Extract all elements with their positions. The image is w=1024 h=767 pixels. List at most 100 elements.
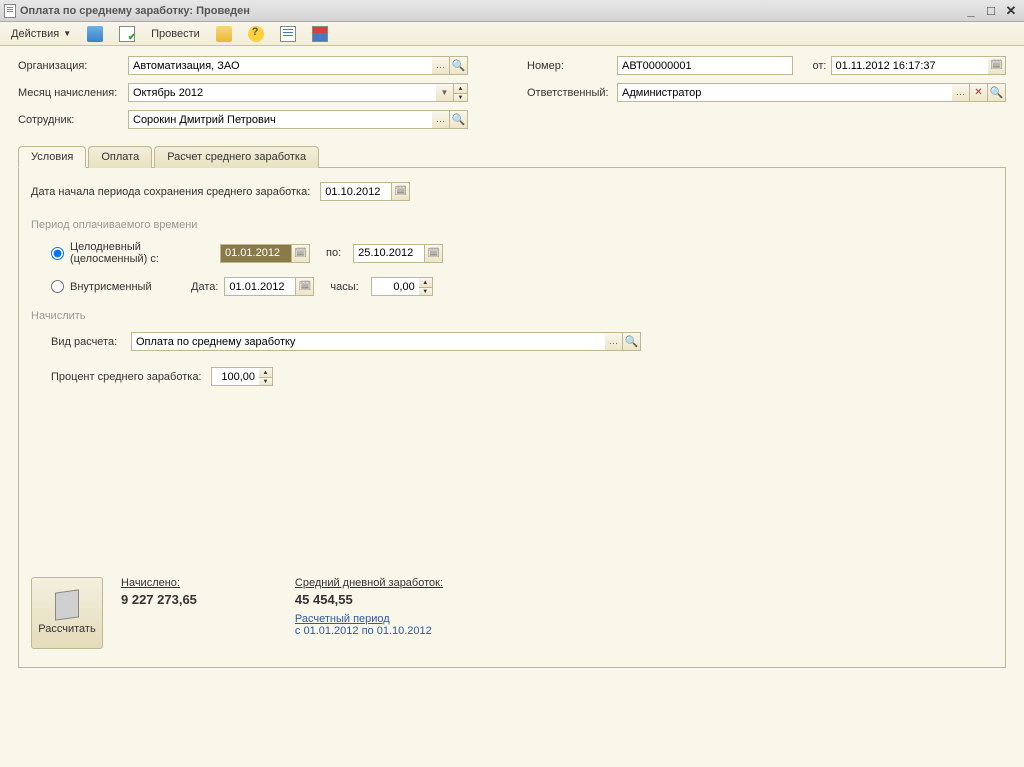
row-calc-type: Вид расчета: … 🔍 — [51, 332, 993, 351]
select-button[interactable]: … — [952, 83, 970, 102]
intrashift-date-input[interactable] — [224, 277, 296, 296]
emp-input[interactable] — [128, 110, 432, 129]
spin-down-button[interactable]: ▼ — [259, 377, 273, 386]
start-date-input[interactable] — [320, 182, 392, 201]
titlebar: Оплата по среднему заработку: Проведен _… — [0, 0, 1024, 22]
summary-area: Рассчитать Начислено: 9 227 273,65 Средн… — [31, 577, 443, 649]
select-button[interactable]: … — [605, 332, 623, 351]
row-fullday: Целодневный (целосменный) с: 🗓 по: 🗓 — [51, 241, 993, 265]
intrashift-label: Внутрисменный — [70, 281, 165, 293]
calendar-icon[interactable]: 🗓 — [296, 277, 314, 296]
month-input[interactable] — [128, 83, 436, 102]
search-icon[interactable]: 🔍 — [450, 56, 468, 75]
percent-input[interactable] — [211, 367, 259, 386]
num-input[interactable] — [617, 56, 793, 75]
tab-content-conditions: Дата начала периода сохранения среднего … — [18, 168, 1006, 668]
calendar-icon[interactable]: 🗓 — [292, 244, 310, 263]
calculator-icon — [55, 589, 79, 620]
calendar-icon[interactable]: 🗓 — [988, 56, 1006, 75]
save-button[interactable] — [80, 23, 110, 45]
tab-conditions[interactable]: Условия — [18, 146, 86, 168]
spin-up-button[interactable]: ▲ — [259, 367, 273, 377]
actions-menu[interactable]: Действия ▼ — [4, 25, 78, 43]
accrued-value: 9 227 273,65 — [121, 592, 197, 607]
search-icon[interactable]: 🔍 — [988, 83, 1006, 102]
chevron-down-icon: ▼ — [63, 29, 71, 38]
calc-type-label: Вид расчета: — [51, 336, 131, 348]
row-organization: Организация: … 🔍 — [18, 56, 497, 75]
calendar-icon[interactable]: 🗓 — [392, 182, 410, 201]
accrued-label: Начислено: — [121, 577, 197, 589]
search-icon[interactable]: 🔍 — [450, 110, 468, 129]
calculate-label: Рассчитать — [38, 623, 95, 635]
row-number: Номер: от: 🗓 — [527, 56, 1006, 75]
tabs: Условия Оплата Расчет среднего заработка — [18, 145, 1006, 168]
spin-down-button[interactable]: ▼ — [419, 287, 433, 296]
calc-type-input[interactable] — [131, 332, 605, 351]
row-employee: Сотрудник: … 🔍 — [18, 110, 497, 129]
document-icon — [4, 4, 16, 18]
start-date-label: Дата начала периода сохранения среднего … — [31, 186, 310, 198]
select-button[interactable]: … — [432, 110, 450, 129]
post-doc-button[interactable] — [112, 23, 142, 45]
spin-down-button[interactable]: ▼ — [454, 93, 468, 102]
period-value: с 01.01.2012 по 01.10.2012 — [295, 625, 443, 637]
row-responsible: Ответственный: … ✕ 🔍 — [527, 83, 1006, 102]
list-icon — [280, 26, 296, 42]
row-percent: Процент среднего заработка: ▲ ▼ — [51, 367, 993, 386]
hours-input[interactable] — [371, 277, 419, 296]
emp-label: Сотрудник: — [18, 114, 128, 126]
from-label: от: — [801, 60, 827, 72]
help-button[interactable] — [241, 23, 271, 45]
minimize-button[interactable]: _ — [962, 3, 980, 19]
org-input[interactable] — [128, 56, 432, 75]
toolbar: Действия ▼ Провести — [0, 22, 1024, 46]
period-to-input[interactable] — [353, 244, 425, 263]
avg-label: Средний дневной заработок: — [295, 577, 443, 589]
maximize-button[interactable]: □ — [982, 3, 1000, 19]
grid-icon — [312, 26, 328, 42]
fullday-label: Целодневный (целосменный) с: — [70, 241, 220, 265]
hours-label: часы: — [330, 281, 358, 293]
row-intrashift: Внутрисменный Дата: 🗓 часы: ▲ ▼ — [51, 277, 993, 296]
tab-payment[interactable]: Оплата — [88, 146, 152, 168]
month-label: Месяц начисления: — [18, 87, 128, 99]
content-area: Организация: … 🔍 Месяц начисления: ▼ ▲ — [0, 46, 1024, 767]
calendar-icon[interactable]: 🗓 — [425, 244, 443, 263]
period-link[interactable]: Расчетный период — [295, 613, 443, 625]
select-button[interactable]: … — [432, 56, 450, 75]
post-button[interactable]: Провести — [144, 25, 207, 43]
period-title: Период оплачиваемого времени — [31, 219, 993, 231]
close-button[interactable]: ✕ — [1002, 3, 1020, 19]
list-button[interactable] — [273, 23, 303, 45]
resp-label: Ответственный: — [527, 87, 617, 99]
accrue-title: Начислить — [31, 310, 993, 322]
search-icon[interactable]: 🔍 — [623, 332, 641, 351]
tab-avg-calc[interactable]: Расчет среднего заработка — [154, 146, 319, 168]
spin-up-button[interactable]: ▲ — [419, 277, 433, 287]
scroll-button[interactable] — [209, 23, 239, 45]
window-title: Оплата по среднему заработку: Проведен — [20, 5, 250, 17]
post-doc-icon — [119, 26, 135, 42]
fullday-radio[interactable] — [51, 247, 64, 260]
spin-up-button[interactable]: ▲ — [454, 83, 468, 93]
post-label: Провести — [151, 28, 200, 40]
grid-button[interactable] — [305, 23, 335, 45]
org-label: Организация: — [18, 60, 128, 72]
resp-input[interactable] — [617, 83, 952, 102]
date-input[interactable] — [831, 56, 989, 75]
clear-button[interactable]: ✕ — [970, 83, 988, 102]
scroll-icon — [216, 26, 232, 42]
row-month: Месяц начисления: ▼ ▲ ▼ — [18, 83, 497, 102]
period-to-label: по: — [326, 247, 341, 259]
period-from-input[interactable] — [220, 244, 292, 263]
save-icon — [87, 26, 103, 42]
dropdown-button[interactable]: ▼ — [436, 83, 454, 102]
intrashift-date-label: Дата: — [191, 281, 218, 293]
actions-label: Действия — [11, 28, 59, 40]
intrashift-radio[interactable] — [51, 280, 64, 293]
avg-value: 45 454,55 — [295, 592, 443, 607]
calculate-button[interactable]: Рассчитать — [31, 577, 103, 649]
help-icon — [248, 26, 264, 42]
num-label: Номер: — [527, 60, 617, 72]
